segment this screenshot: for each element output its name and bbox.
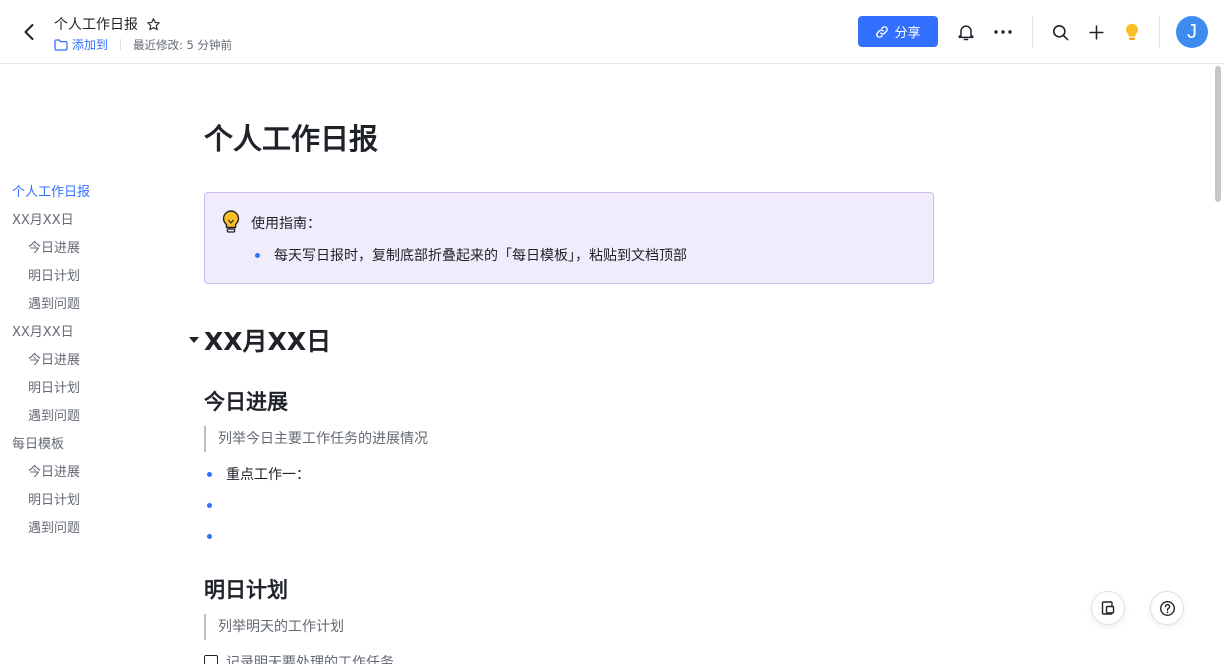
outline-item[interactable]: 明日计划 (0, 375, 170, 403)
add-to-label: 添加到 (72, 38, 109, 52)
share-button[interactable]: 分享 (858, 16, 938, 47)
avatar[interactable]: J (1176, 16, 1208, 48)
page-title[interactable]: 个人工作日报 (204, 116, 378, 158)
more-icon (994, 30, 1012, 34)
outline-item[interactable]: 今日进展 (0, 459, 170, 487)
list-item-text: 重点工作一： (226, 467, 310, 483)
outline-item[interactable]: XX月XX日 (0, 319, 170, 347)
doc-title-row: 个人工作日报 (54, 14, 161, 34)
search-button[interactable] (1048, 20, 1072, 44)
callout-bulb-icon (221, 209, 241, 239)
bulb-icon (1126, 23, 1138, 40)
header-divider (1032, 16, 1033, 48)
outline-item[interactable]: 遇到问题 (0, 403, 170, 431)
tips-button[interactable] (1120, 20, 1144, 44)
outline-item[interactable]: 每日模板 (0, 431, 170, 459)
last-modified: 最近修改: 5 分钟前 (133, 37, 233, 52)
add-to-button[interactable]: 添加到 (54, 36, 108, 53)
quote-block[interactable]: 列举明天的工作计划 (204, 614, 344, 640)
notifications-button[interactable] (954, 20, 978, 44)
bullet-dot (207, 471, 212, 477)
outline-item[interactable]: 个人工作日报 (0, 179, 170, 207)
callout-list-item: 每天写日报时，复制底部折叠起来的「每日模板」，粘贴到文档顶部 (255, 245, 687, 265)
share-label: 分享 (894, 26, 921, 41)
star-icon (147, 17, 160, 30)
avatar-initial: J (1187, 20, 1197, 43)
caret-down-icon (189, 337, 199, 343)
quote-block[interactable]: 列举今日主要工作任务的进展情况 (204, 426, 428, 452)
todo-item[interactable]: 记录明天要处理的工作任务 (204, 652, 394, 664)
callout-block[interactable]: 使用指南： 每天写日报时，复制底部折叠起来的「每日模板」，粘贴到文档顶部 (204, 192, 934, 284)
help-icon (1159, 600, 1175, 616)
list-item[interactable] (207, 525, 226, 547)
back-button[interactable] (18, 20, 40, 44)
plus-icon (1088, 24, 1104, 40)
top-bar: 个人工作日报 添加到 最近修改: 5 分钟前 分享 J (0, 0, 1224, 64)
outline-item[interactable]: XX月XX日 (0, 207, 170, 235)
outline-item[interactable]: 明日计划 (0, 263, 170, 291)
outline-item[interactable]: 今日进展 (0, 347, 170, 375)
bullet-dot (255, 252, 260, 258)
search-icon (1052, 24, 1068, 40)
todo-text: 记录明天要处理的工作任务 (226, 655, 394, 664)
back-icon (24, 24, 34, 40)
collapse-toggle[interactable] (184, 330, 204, 350)
outline-item[interactable]: 今日进展 (0, 235, 170, 263)
doc-title[interactable]: 个人工作日报 (54, 14, 138, 34)
doc-comment-icon (1101, 601, 1115, 615)
callout-bullet-text: 每天写日报时，复制底部折叠起来的「每日模板」，粘贴到文档顶部 (274, 248, 687, 264)
comments-panel-button[interactable] (1091, 591, 1125, 625)
todo-checkbox[interactable] (204, 655, 218, 664)
link-icon (876, 25, 889, 38)
scrollbar-thumb[interactable] (1215, 66, 1221, 202)
outline-panel: 个人工作日报 XX月XX日 今日进展 明日计划 遇到问题 XX月XX日 今日进展… (0, 179, 170, 543)
more-button[interactable] (991, 20, 1015, 44)
doc-meta: 添加到 最近修改: 5 分钟前 (54, 36, 232, 53)
callout-heading: 使用指南： (251, 216, 321, 232)
header-divider (1159, 16, 1160, 48)
outline-item[interactable]: 明日计划 (0, 487, 170, 515)
list-item[interactable]: 重点工作一： (207, 463, 310, 485)
outline-item[interactable]: 遇到问题 (0, 515, 170, 543)
section-heading[interactable]: XX月XX日 (204, 322, 331, 358)
outline-item[interactable]: 遇到问题 (0, 291, 170, 319)
meta-divider (120, 39, 122, 50)
subheading-plan[interactable]: 明日计划 (204, 574, 288, 604)
bullet-dot (207, 533, 212, 539)
subheading-progress[interactable]: 今日进展 (204, 386, 288, 416)
list-item[interactable] (207, 494, 226, 516)
bullet-dot (207, 502, 212, 508)
create-button[interactable] (1084, 20, 1108, 44)
folder-icon (54, 38, 68, 51)
bell-icon (958, 25, 974, 41)
favorite-button[interactable] (146, 17, 161, 32)
section-heading-row: XX月XX日 (184, 322, 331, 358)
help-button[interactable] (1150, 591, 1184, 625)
